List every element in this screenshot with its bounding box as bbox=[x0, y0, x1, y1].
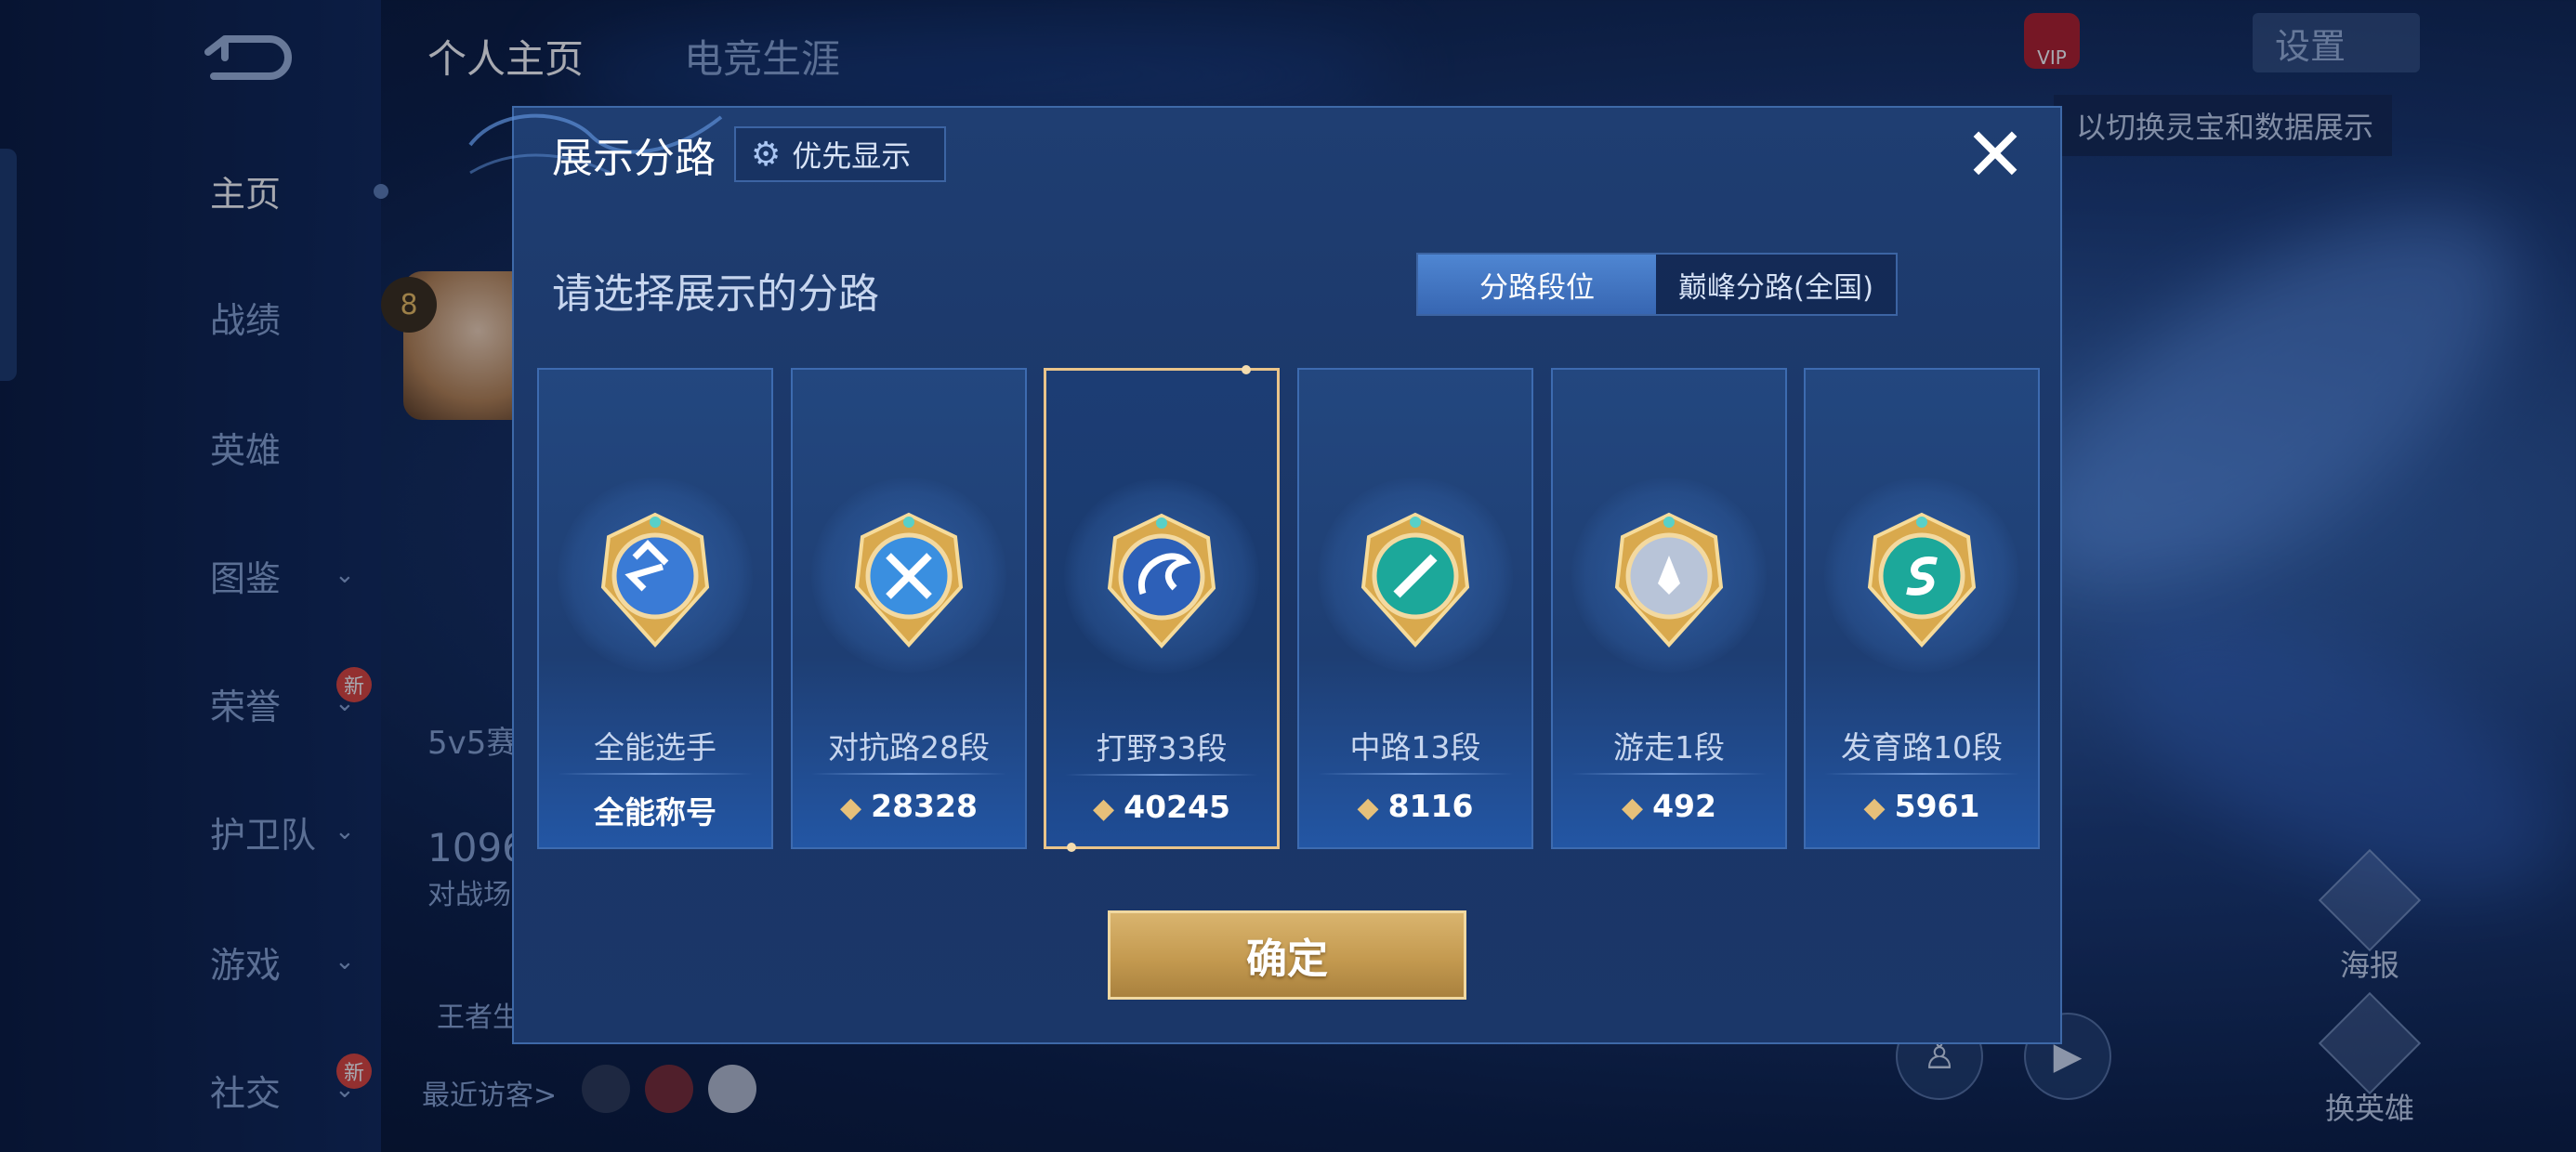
lane-rank-label: 全能选手 bbox=[594, 729, 716, 766]
points-icon: ◆ bbox=[1622, 792, 1644, 824]
clash-lane-badge-icon bbox=[844, 509, 974, 648]
lane-score: ◆ 8116 bbox=[1357, 788, 1474, 824]
priority-display-button[interactable]: ⚙ 优先显示 bbox=[734, 126, 946, 182]
confirm-button[interactable]: 确定 bbox=[1108, 910, 1466, 1000]
lane-card[interactable]: 对抗路28段 ◆ 28328 bbox=[791, 368, 1027, 849]
jungle-badge-icon bbox=[1097, 510, 1227, 649]
lane-score: ◆ 5961 bbox=[1863, 788, 1980, 824]
modal-subtitle: 请选择展示的分路 bbox=[552, 270, 879, 318]
lane-score: ◆ 40245 bbox=[1093, 789, 1230, 825]
lane-rank-label: 对抗路28段 bbox=[828, 729, 990, 766]
divider bbox=[1824, 773, 2019, 775]
modal-title: 展示分路 bbox=[552, 135, 716, 182]
divider bbox=[558, 773, 753, 775]
points-icon: ◆ bbox=[1357, 792, 1379, 824]
gear-icon: ⚙ bbox=[751, 135, 782, 174]
roam-badge-icon bbox=[1604, 509, 1734, 648]
lane-card[interactable]: 游走1段 ◆ 492 bbox=[1551, 368, 1787, 849]
lane-rank-label: 发育路10段 bbox=[1841, 729, 2003, 766]
divider bbox=[1318, 773, 1513, 775]
lane-card[interactable]: 打野33段 ◆ 40245 bbox=[1044, 365, 1280, 852]
lane-card[interactable]: 中路13段 ◆ 8116 bbox=[1297, 368, 1533, 849]
lane-score: ◆ 28328 bbox=[840, 788, 978, 824]
points-icon: ◆ bbox=[1863, 792, 1886, 824]
points-icon: ◆ bbox=[840, 792, 862, 824]
divider bbox=[1065, 774, 1258, 776]
corner-dot bbox=[1242, 365, 1251, 374]
farm-lane-badge-icon bbox=[1857, 509, 1987, 648]
lane-rank-label: 中路13段 bbox=[1349, 729, 1481, 766]
lane-rank-label: 游走1段 bbox=[1613, 729, 1725, 766]
lane-score: ◆ 492 bbox=[1622, 788, 1716, 824]
priority-label: 优先显示 bbox=[792, 138, 912, 174]
close-icon[interactable]: ✕ bbox=[1961, 118, 2030, 192]
segment-peak-lane[interactable]: 巅峰分路(全国) bbox=[1656, 255, 1896, 314]
lane-card[interactable]: 发育路10段 ◆ 5961 bbox=[1804, 368, 2040, 849]
segment-control: 分路段位 巅峰分路(全国) bbox=[1416, 253, 1898, 316]
points-icon: ◆ bbox=[1093, 792, 1115, 825]
lane-rank-label: 打野33段 bbox=[1096, 730, 1228, 766]
lane-card[interactable]: 全能选手 全能称号 bbox=[537, 368, 773, 849]
divider bbox=[811, 773, 1006, 775]
mid-lane-badge-icon bbox=[1350, 509, 1480, 648]
lane-score: 全能称号 bbox=[594, 794, 716, 831]
corner-dot bbox=[1067, 843, 1076, 852]
all-round-badge-icon bbox=[590, 509, 720, 648]
divider bbox=[1571, 773, 1767, 775]
segment-lane-rank[interactable]: 分路段位 bbox=[1418, 255, 1656, 314]
